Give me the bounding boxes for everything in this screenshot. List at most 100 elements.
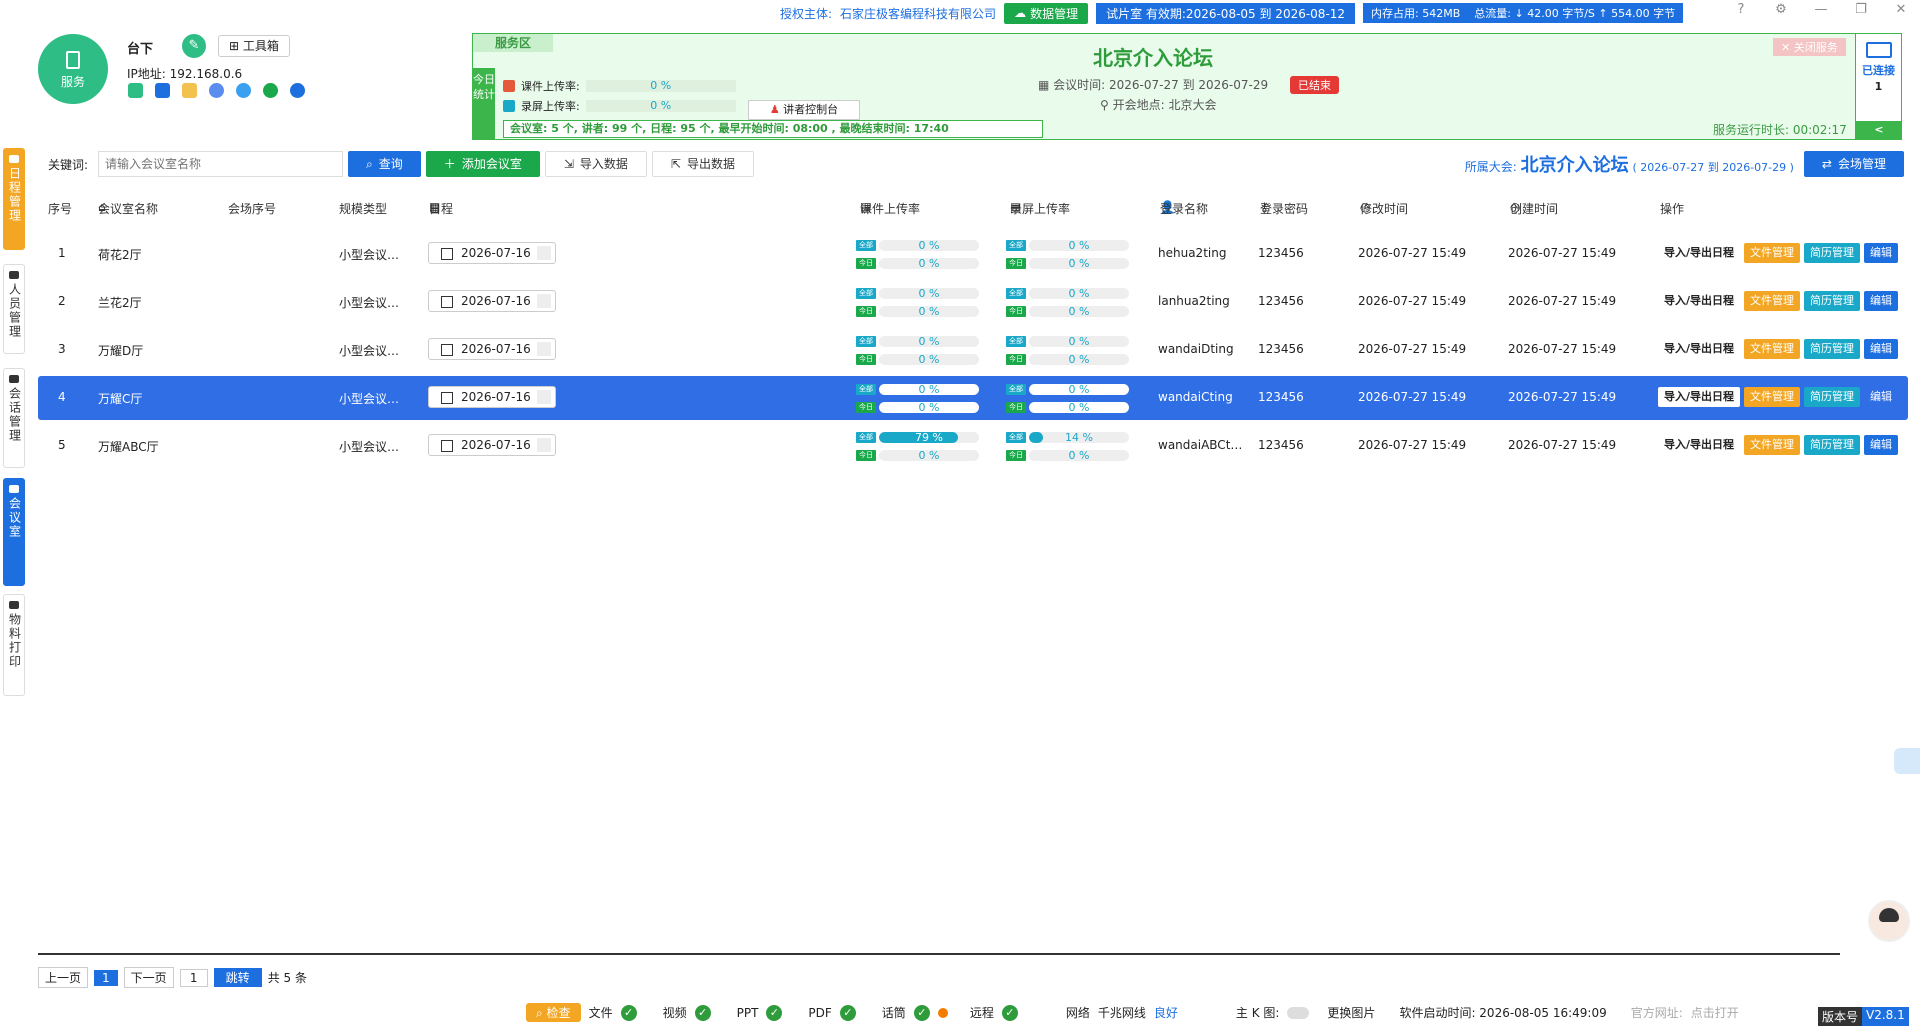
course-upload-progress: 全部 0 % 今日 0 % [856,332,979,368]
table-row[interactable]: 1 荷花2厅 小型会议… 2026-07-16 全部 0 % 今日 0 % 全部 0 % 今… [38,232,1908,276]
table-row[interactable]: 5 万耀ABC厅 小型会议… 2026-07-16 全部 79 % 今日 0 % 全部 14… [38,424,1908,468]
schedule-date-picker[interactable]: 2026-07-16 [428,242,556,264]
conference-label: 所属大会: 北京介入论坛 ( 2026-07-27 到 2026-07-29 ) [1464,155,1794,176]
service-panel: 服务区 今日统计 课件上传率: 0 % 录屏上传率: 0 % ♟ 讲者控制台 会… [472,33,1902,140]
wechat-icon[interactable] [263,83,278,98]
help-icon[interactable]: ? [1732,2,1750,17]
cv-management-button[interactable]: 简历管理 [1804,339,1861,359]
import-export-schedule-button[interactable]: 导入/导出日程 [1658,339,1741,359]
edit-button[interactable]: 编辑 [1864,243,1899,263]
restore-icon[interactable]: ❐ [1852,2,1870,17]
progress-bar: 0 % [879,335,979,347]
course-upload-rate: 课件上传率: 0 % [503,78,736,94]
table-row[interactable]: 3 万耀D厅 小型会议… 2026-07-16 全部 0 % 今日 0 % 全部 0 % 今… [38,328,1908,372]
minimize-icon[interactable]: — [1812,2,1830,17]
current-page[interactable]: 1 [94,969,118,986]
edit-button[interactable]: 编辑 [1864,339,1899,359]
jump-button[interactable]: 跳转 [213,968,262,987]
resource-usage: 内存占用: 542MB 总流量: ↓ 42.00 字节/S ↑ 554.00 字节 [1363,3,1684,23]
row-actions: 导入/导出日程 文件管理 简历管理 编辑 [1658,291,1899,311]
export-data-button[interactable]: ⇱ 导出数据 [651,151,754,177]
edit-button[interactable]: 编辑 [1864,435,1899,455]
toolbox-button[interactable]: ⊞ 工具箱 [218,35,290,57]
edit-icon[interactable]: ✎ [182,34,206,58]
table-row[interactable]: 4 万耀C厅 小型会议… 2026-07-16 全部 0 % 今日 0 % 全部 0 % 今… [38,376,1908,420]
screen-upload-progress: 全部 0 % 今日 0 % [1006,236,1129,272]
cv-management-button[interactable]: 简历管理 [1804,243,1861,263]
monitor-icon[interactable] [155,83,170,98]
speaker-icon[interactable] [128,83,143,98]
login-password: 123456 [1258,246,1304,260]
check-ok-icon: ✓ [1001,1004,1018,1021]
import-export-schedule-button[interactable]: 导入/导出日程 [1658,243,1741,263]
official-site-link[interactable]: 点击打开 [1691,1004,1739,1021]
meeting-stats-line: 会议室: 5 个, 讲者: 99 个, 日程: 95 个, 最早开始时间: 08… [503,120,1043,138]
schedule-date-picker[interactable]: 2026-07-16 [428,290,556,312]
network-icon[interactable] [209,83,224,98]
cv-management-button[interactable]: 简历管理 [1804,435,1861,455]
edit-button[interactable]: 编辑 [1864,291,1899,311]
venue-management-button[interactable]: ⇄ 会场管理 [1803,151,1904,177]
import-export-schedule-button[interactable]: 导入/导出日程 [1658,387,1741,407]
file-management-button[interactable]: 文件管理 [1744,339,1801,359]
progress-fill [1029,431,1043,443]
collapse-panel-button[interactable]: < [1856,121,1902,139]
main-k-toggle[interactable] [1287,1006,1310,1019]
edit-button[interactable]: 编辑 [1864,387,1898,407]
modified-time: 2026-07-27 15:49 [1358,246,1467,260]
prev-page-button[interactable]: 上一页 [38,967,89,988]
plus-icon: ＋ [443,157,456,171]
assistant-avatar[interactable] [1868,900,1910,942]
progress-bar: 0 % [879,383,979,395]
browser-icon[interactable] [236,83,251,98]
page-jump-input[interactable]: 1 [179,968,208,987]
schedule-date-picker[interactable]: 2026-07-16 [428,338,556,360]
search-button[interactable]: ⌕ 查询 [348,151,421,177]
schedule-date-picker[interactable]: 2026-07-16 [428,386,556,408]
tab-material-print[interactable]: 物料打印 [3,594,25,696]
progress-bar: 14 % [1029,431,1129,443]
created-time: 2026-07-27 15:49 [1508,438,1617,452]
schedule-date-picker[interactable]: 2026-07-16 [428,434,556,456]
speaker-console-button[interactable]: ♟ 讲者控制台 [748,100,860,120]
search-input[interactable] [98,151,344,177]
settings-gear-icon[interactable]: ⚙ [1772,2,1790,17]
close-service-button[interactable]: ✕ 关闭服务 [1773,38,1846,56]
file-management-button[interactable]: 文件管理 [1744,387,1801,407]
search-icon[interactable] [290,83,305,98]
import-icon: ⇲ [563,157,574,171]
file-management-button[interactable]: 文件管理 [1744,243,1801,263]
change-image-button[interactable]: 更换图片 [1327,1004,1375,1021]
tag-all: 全部 [1006,431,1026,443]
tab-meeting-room[interactable]: 会议室 [3,478,25,586]
chat-icon [9,375,19,383]
tag-today: 今日 [856,401,876,413]
add-room-button[interactable]: ＋添加会议室 [425,151,540,177]
close-icon[interactable]: ✕ [1892,2,1910,17]
tag-all: 全部 [1006,335,1026,347]
import-export-schedule-button[interactable]: 导入/导出日程 [1658,435,1741,455]
course-upload-progress: 全部 79 % 今日 0 % [856,428,979,464]
folder-icon[interactable] [182,83,197,98]
table-row[interactable]: 2 兰花2厅 小型会议… 2026-07-16 全部 0 % 今日 0 % 全部 0 % 今… [38,280,1908,324]
data-management-button[interactable]: ☁ 数据管理 [1004,2,1089,24]
file-management-button[interactable]: 文件管理 [1744,435,1801,455]
side-float-button[interactable] [1894,748,1920,774]
warning-icon [937,1007,948,1018]
check-ok-icon: ✓ [839,1004,856,1021]
file-management-button[interactable]: 文件管理 [1744,291,1801,311]
screen-upload-progress: 全部 14 % 今日 0 % [1006,428,1129,464]
check-button[interactable]: ⌕ 检查 [526,1003,581,1022]
import-export-schedule-button[interactable]: 导入/导出日程 [1658,291,1741,311]
service-avatar-button[interactable]: 服务 [38,34,108,104]
status-badge: 已结束 [1290,76,1339,94]
cv-management-button[interactable]: 简历管理 [1804,291,1861,311]
tab-schedule-management[interactable]: 日程管理 [3,148,25,250]
next-page-button[interactable]: 下一页 [123,967,174,988]
modified-time: 2026-07-27 15:49 [1358,342,1467,356]
tab-personnel-management[interactable]: 人员管理 [3,264,25,354]
check-ok-icon: ✓ [620,1004,637,1021]
tab-session-management[interactable]: 会话管理 [3,368,25,468]
cv-management-button[interactable]: 简历管理 [1804,387,1861,407]
import-data-button[interactable]: ⇲ 导入数据 [544,151,647,177]
